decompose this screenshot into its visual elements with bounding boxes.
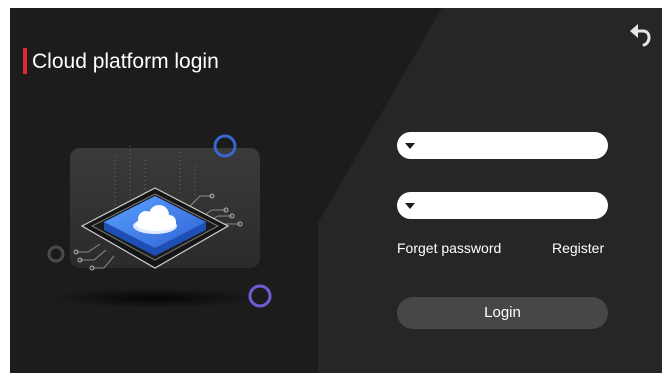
password-input[interactable] [421,192,605,221]
title-accent-bar [23,48,27,74]
decor-ring-gray [47,245,65,263]
login-button[interactable]: Login [397,297,608,329]
back-button[interactable] [627,22,653,48]
floor-shadow [50,288,260,308]
register-link[interactable]: Register [552,240,604,256]
account-input[interactable] [421,132,605,161]
account-field[interactable] [397,132,608,161]
cloud-platform-illustration [47,134,272,308]
forget-password-link[interactable]: Forget password [397,240,501,256]
back-arrow-icon [630,24,651,47]
login-screen: Cloud platform login Forget password Reg… [10,8,662,373]
password-field[interactable] [397,192,608,221]
caret-down-icon[interactable] [405,143,415,149]
caret-down-icon[interactable] [405,203,415,209]
page-title: Cloud platform login [32,50,219,73]
